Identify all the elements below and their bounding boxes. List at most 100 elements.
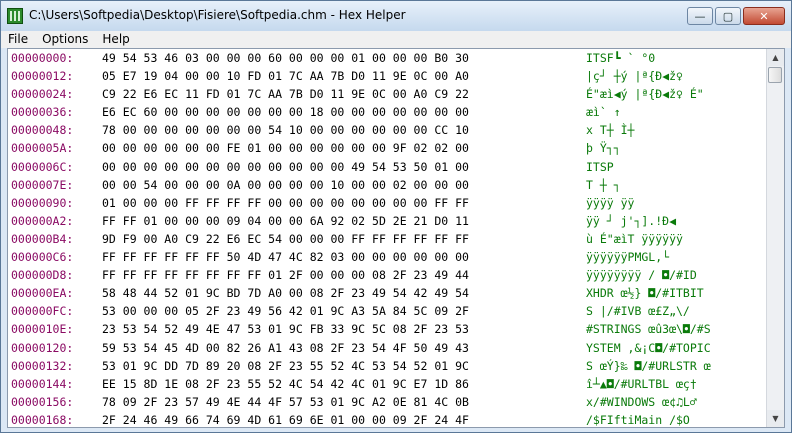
maximize-button[interactable]: ▢ — [715, 7, 741, 25]
hex-row[interactable]: 000000D8: FF FF FF FF FF FF FF FF 01 2F 0… — [8, 266, 768, 284]
ascii-text: |ç┘ ┼ý |ª{Ð◀ž♀ — [586, 69, 683, 84]
hex-row[interactable]: 00000036: E6 EC 60 00 00 00 00 00 00 00 1… — [8, 103, 768, 121]
hex-bytes: 58 48 44 52 01 9C BD 7D A0 00 08 2F 23 4… — [102, 286, 469, 301]
ascii-text: #STRINGS œû3œ\◘/#S — [586, 322, 711, 337]
ascii-text: T ┼ ┐ — [586, 177, 621, 192]
hex-bytes: 53 01 9C DD 7D 89 20 08 2F 23 55 52 4C 5… — [102, 358, 469, 373]
hex-bytes: 2F 24 46 49 66 74 69 4D 61 69 6E 01 00 0… — [102, 412, 469, 427]
ascii-text: S |/#IVB œ£Z„\/ — [586, 304, 690, 319]
offset-address: 000000A2: — [11, 213, 74, 228]
hex-row[interactable]: 00000144: EE 15 8D 1E 08 2F 23 55 52 4C 5… — [8, 375, 768, 393]
hex-row[interactable]: 00000000: 49 54 53 46 03 00 00 00 60 00 0… — [8, 49, 768, 67]
offset-address: 00000090: — [11, 195, 74, 210]
ascii-text: x T┼ Ì┼ — [586, 123, 635, 138]
offset-address: 00000036: — [11, 105, 74, 120]
scroll-down-arrow-icon[interactable]: ▼ — [767, 410, 784, 427]
ascii-text: ITSF┗ ` °0 — [586, 51, 656, 65]
offset-address: 00000048: — [11, 123, 74, 138]
ascii-text: ÿÿÿÿÿÿPMGL,└ — [586, 250, 670, 265]
hex-rows: 00000000: 49 54 53 46 03 00 00 00 60 00 0… — [8, 49, 768, 427]
offset-address: 000000D8: — [11, 268, 74, 283]
hex-row[interactable]: 000000FC: 53 00 00 00 05 2F 23 49 56 42 0… — [8, 302, 768, 320]
ascii-text: x/#WINDOWS œ¢♫L♂ — [586, 394, 697, 409]
hex-row[interactable]: 0000006C: 00 00 00 00 00 00 00 00 00 00 0… — [8, 158, 768, 176]
hex-bytes: 23 53 54 52 49 4E 47 53 01 9C FB 33 9C 5… — [102, 322, 469, 337]
offset-address: 000000C6: — [11, 250, 74, 265]
ascii-text: ITSP — [586, 159, 614, 174]
offset-address: 0000007E: — [11, 177, 74, 192]
scroll-up-arrow-icon[interactable]: ▲ — [767, 49, 784, 66]
hex-row[interactable]: 00000156: 78 09 2F 23 57 49 4E 44 4F 57 5… — [8, 393, 768, 411]
menu-bar: File Options Help — [1, 31, 791, 48]
hex-row[interactable]: 000000C6: FF FF FF FF FF FF 50 4D 47 4C 8… — [8, 248, 768, 266]
hex-row[interactable]: 0000010E: 23 53 54 52 49 4E 47 53 01 9C F… — [8, 320, 768, 338]
hex-row[interactable]: 00000024: C9 22 E6 EC 11 FD 01 7C AA 7B D… — [8, 85, 768, 103]
offset-address: 00000156: — [11, 394, 74, 409]
hex-row[interactable]: 000000EA: 58 48 44 52 01 9C BD 7D A0 00 0… — [8, 284, 768, 302]
hex-bytes: 01 00 00 00 FF FF FF FF 00 00 00 00 00 0… — [102, 195, 469, 210]
ascii-text: ÿÿ ┘ j'┐].!Ð◀ — [586, 213, 677, 228]
hex-bytes: EE 15 8D 1E 08 2F 23 55 52 4C 54 42 4C 0… — [102, 376, 469, 391]
hex-bytes: 78 00 00 00 00 00 00 00 54 10 00 00 00 0… — [102, 123, 469, 138]
offset-address: 00000012: — [11, 69, 74, 84]
scrollbar-thumb[interactable] — [768, 67, 782, 83]
ascii-text: ÿÿÿÿÿÿÿÿ / ◘/#ID — [586, 268, 697, 283]
vertical-scrollbar[interactable]: ▲ ▼ — [766, 49, 784, 427]
hex-bytes: 59 53 54 45 4D 00 82 26 A1 43 08 2F 23 5… — [102, 340, 469, 355]
ascii-text: þ Ÿ┐┐ — [586, 141, 621, 156]
ascii-text: S œÝ}‰ ◘/#URLSTR œ — [586, 358, 711, 373]
menu-options[interactable]: Options — [35, 31, 95, 48]
hex-bytes: E6 EC 60 00 00 00 00 00 00 00 18 00 00 0… — [102, 105, 469, 120]
window-title: C:\Users\Softpedia\Desktop\Fisiere\Softp… — [29, 8, 406, 22]
ascii-text: XHDR œ½} ◘/#ITBIT — [586, 286, 704, 301]
offset-address: 00000144: — [11, 376, 74, 391]
app-window: C:\Users\Softpedia\Desktop\Fisiere\Softp… — [0, 0, 792, 433]
hex-bytes: 49 54 53 46 03 00 00 00 60 00 00 00 01 0… — [102, 51, 469, 65]
offset-address: 00000024: — [11, 87, 74, 102]
offset-address: 0000010E: — [11, 322, 74, 337]
hex-row[interactable]: 0000005A: 00 00 00 00 00 00 FE 01 00 00 0… — [8, 139, 768, 157]
offset-address: 00000168: — [11, 412, 74, 427]
hex-bytes: C9 22 E6 EC 11 FD 01 7C AA 7B D0 11 9E 0… — [102, 87, 469, 102]
hex-row[interactable]: 00000132: 53 01 9C DD 7D 89 20 08 2F 23 5… — [8, 357, 768, 375]
hex-view[interactable]: 00000000: 49 54 53 46 03 00 00 00 60 00 0… — [7, 48, 785, 428]
hex-row[interactable]: 0000007E: 00 00 54 00 00 00 0A 00 00 00 0… — [8, 176, 768, 194]
hex-row[interactable]: 00000012: 05 E7 19 04 00 00 10 FD 01 7C A… — [8, 67, 768, 85]
hex-bytes: 00 00 00 00 00 00 00 00 00 00 00 00 49 5… — [102, 159, 469, 174]
ascii-text: /$FIftiMain /$O — [586, 412, 690, 427]
hex-bytes: 78 09 2F 23 57 49 4E 44 4F 57 53 01 9C A… — [102, 394, 469, 409]
offset-address: 000000B4: — [11, 231, 74, 246]
hex-bytes: 9D F9 00 A0 C9 22 E6 EC 54 00 00 00 FF F… — [102, 231, 469, 246]
ascii-text: ù É"æìT ÿÿÿÿÿÿ — [586, 231, 683, 246]
hex-row[interactable]: 00000048: 78 00 00 00 00 00 00 00 54 10 0… — [8, 121, 768, 139]
hex-bytes: 53 00 00 00 05 2F 23 49 56 42 01 9C A3 5… — [102, 304, 469, 319]
offset-address: 00000120: — [11, 340, 74, 355]
hex-row[interactable]: 000000B4: 9D F9 00 A0 C9 22 E6 EC 54 00 0… — [8, 230, 768, 248]
menu-help[interactable]: Help — [95, 31, 136, 48]
hex-bytes: 05 E7 19 04 00 00 10 FD 01 7C AA 7B D0 1… — [102, 69, 469, 84]
ascii-text: ÿÿÿÿ ÿÿ — [586, 195, 635, 210]
hex-row[interactable]: 00000090: 01 00 00 00 FF FF FF FF 00 00 0… — [8, 194, 768, 212]
offset-address: 000000FC: — [11, 304, 74, 319]
menu-file[interactable]: File — [1, 31, 35, 48]
ascii-text: î┴▲◘/#URLTBL œç† — [586, 376, 697, 391]
offset-address: 00000000: — [11, 51, 74, 65]
ascii-text: æì` ↑ — [586, 105, 621, 120]
hex-helper-app-icon[interactable] — [7, 8, 23, 24]
ascii-text: É"æì◀ý |ª{Ð◀ž♀ É" — [586, 87, 704, 102]
hex-row[interactable]: 000000A2: FF FF 01 00 00 00 09 04 00 00 6… — [8, 212, 768, 230]
hex-bytes: FF FF 01 00 00 00 09 04 00 00 6A 92 02 5… — [102, 213, 469, 228]
ascii-text: YSTEM ‚&¡C◘/#TOPIC — [586, 340, 711, 355]
offset-address: 0000006C: — [11, 159, 74, 174]
hex-bytes: FF FF FF FF FF FF FF FF 01 2F 00 00 00 0… — [102, 268, 469, 283]
minimize-button[interactable]: — — [687, 7, 713, 25]
hex-row[interactable]: 00000168: 2F 24 46 49 66 74 69 4D 61 69 6… — [8, 411, 768, 427]
offset-address: 00000132: — [11, 358, 74, 373]
hex-row[interactable]: 00000120: 59 53 54 45 4D 00 82 26 A1 43 0… — [8, 339, 768, 357]
offset-address: 000000EA: — [11, 286, 74, 301]
close-button[interactable]: ✕ — [743, 7, 785, 25]
title-bar[interactable]: C:\Users\Softpedia\Desktop\Fisiere\Softp… — [1, 1, 791, 31]
caption-buttons: — ▢ ✕ — [687, 7, 785, 25]
hex-bytes: 00 00 54 00 00 00 0A 00 00 00 00 10 00 0… — [102, 177, 469, 192]
hex-bytes: FF FF FF FF FF FF 50 4D 47 4C 82 03 00 0… — [102, 250, 469, 265]
